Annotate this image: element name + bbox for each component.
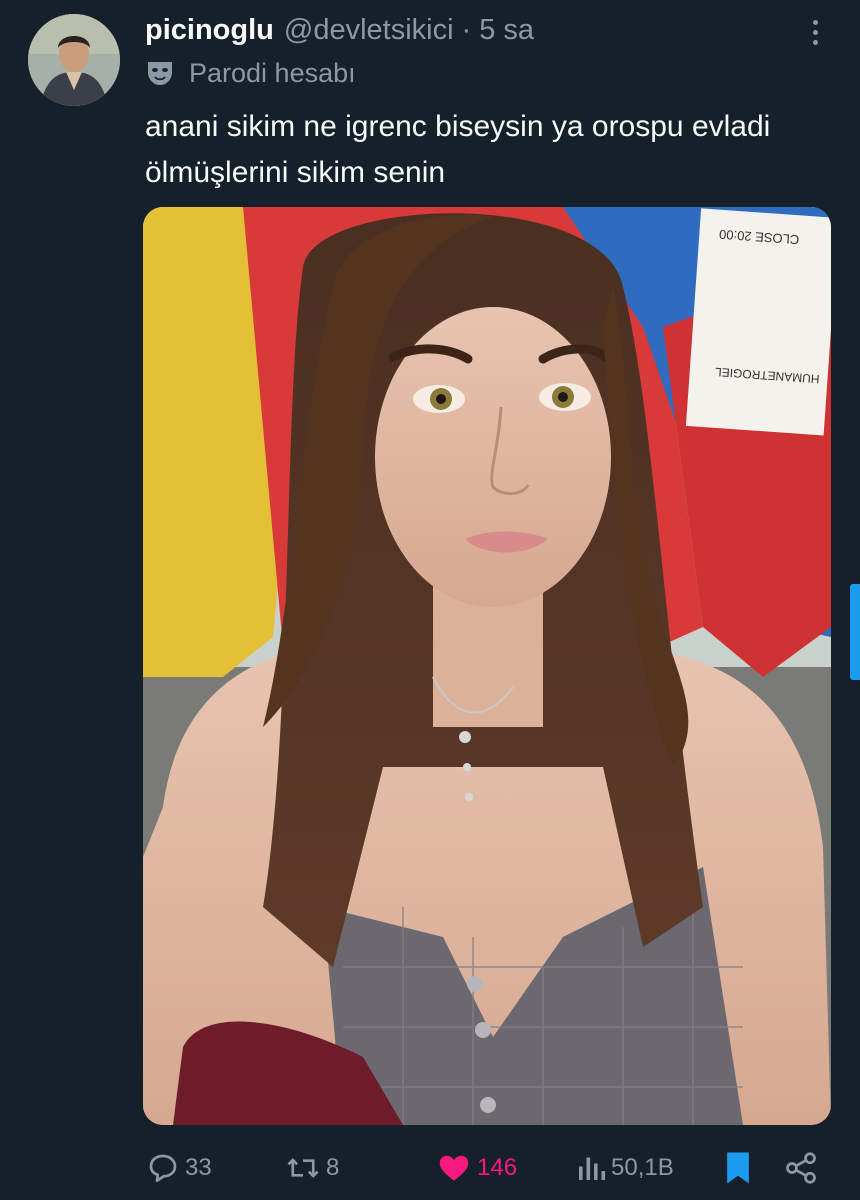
tweet-header: picinoglu @devletsikici · 5 sa xyxy=(145,10,534,50)
bookmark-icon xyxy=(727,1152,749,1184)
wall-sign: CLOSE 20:00 HUMANETROGIEL xyxy=(685,208,831,436)
bookmark-button[interactable] xyxy=(721,1145,755,1191)
retweet-button[interactable]: 8 xyxy=(284,1145,339,1191)
more-dot xyxy=(812,29,818,35)
avatar[interactable] xyxy=(28,14,120,106)
reply-button[interactable]: 33 xyxy=(145,1145,212,1191)
timestamp[interactable]: 5 sa xyxy=(479,14,534,47)
more-options-button[interactable] xyxy=(800,14,830,50)
avatar-image xyxy=(28,14,120,106)
more-dot xyxy=(812,39,818,45)
views-icon xyxy=(579,1157,606,1180)
theater-mask-icon xyxy=(145,58,175,88)
separator-dot: · xyxy=(461,13,472,46)
retweet-icon xyxy=(287,1158,319,1178)
username-handle[interactable]: @devletsikici xyxy=(284,14,454,47)
parody-label: Parodi hesabı xyxy=(145,55,356,91)
scrollbar-thumb[interactable] xyxy=(850,584,860,680)
tweet-text: anani sikim ne igrenc biseysin ya orospu… xyxy=(145,110,771,189)
heart-icon xyxy=(439,1155,469,1181)
share-icon xyxy=(786,1152,816,1184)
display-name[interactable]: picinoglu xyxy=(145,14,274,47)
photo-image: CLOSE 20:00 HUMANETROGIEL xyxy=(143,207,831,1125)
share-button[interactable] xyxy=(783,1145,819,1191)
tweet-photo[interactable]: CLOSE 20:00 HUMANETROGIEL xyxy=(143,207,831,1125)
views-count: 50,1B xyxy=(611,1154,674,1181)
tweet[interactable]: picinoglu @devletsikici · 5 sa Parodi he… xyxy=(0,0,860,1200)
more-dot xyxy=(812,19,818,25)
like-count: 146 xyxy=(477,1154,518,1181)
tweet-actions: 33 8 146 50,1B xyxy=(143,1145,833,1191)
retweet-count: 8 xyxy=(326,1154,340,1181)
reply-icon xyxy=(149,1154,177,1183)
reply-count: 33 xyxy=(185,1154,212,1181)
parody-label-text: Parodi hesabı xyxy=(189,57,356,88)
like-button[interactable]: 146 xyxy=(435,1145,517,1191)
views-button[interactable]: 50,1B xyxy=(575,1145,674,1191)
